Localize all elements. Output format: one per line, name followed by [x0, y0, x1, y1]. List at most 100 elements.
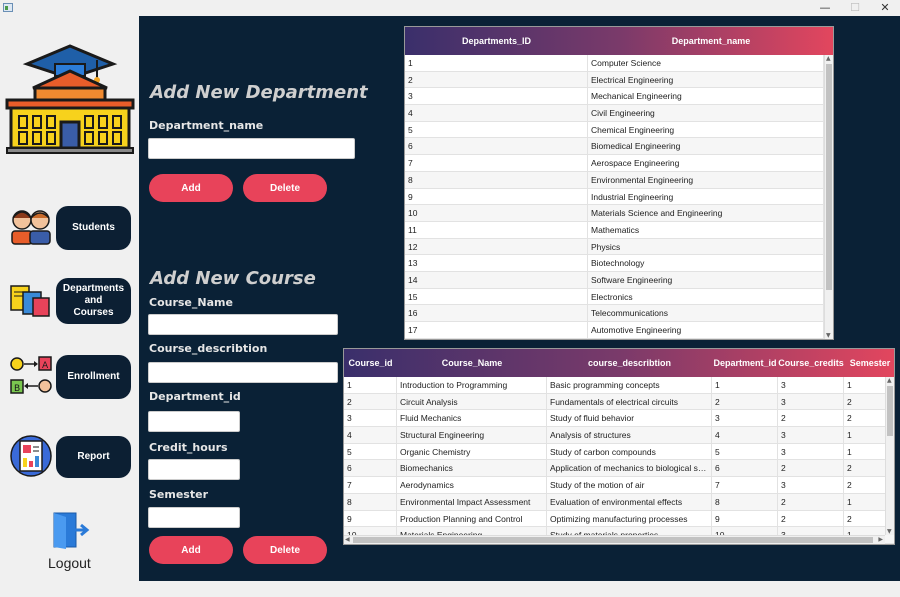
table-cell[interactable]: 6 [405, 138, 588, 156]
table-cell[interactable]: 13 [405, 255, 588, 272]
table-cell[interactable]: 8 [344, 493, 397, 511]
table-cell[interactable]: 17 [405, 322, 588, 339]
table-cell[interactable]: 1 [405, 55, 588, 72]
course-description-input[interactable] [148, 362, 338, 383]
table-cell[interactable]: 16 [405, 305, 588, 322]
table-cell[interactable]: 2 [712, 393, 778, 411]
table-cell[interactable]: 8 [405, 171, 588, 189]
table-cell[interactable]: Aerospace Engineering [588, 155, 824, 172]
table-cell[interactable]: 9 [405, 188, 588, 206]
table-cell[interactable]: Fluid Mechanics [397, 410, 547, 428]
table-cell[interactable]: Analysis of structures [547, 427, 712, 444]
table-cell[interactable]: 3 [778, 377, 844, 394]
column-header-department-id[interactable]: Department_id [712, 349, 778, 377]
table-row[interactable]: 6 Biomedical Engineering [405, 138, 824, 156]
courses-table-vertical-scrollbar[interactable]: ▲ ▼ [885, 377, 894, 535]
table-cell[interactable]: 9 [712, 510, 778, 528]
scroll-left-arrow-icon[interactable]: ◀ [345, 536, 350, 543]
table-cell[interactable]: Introduction to Programming [397, 377, 547, 394]
table-cell[interactable]: 7 [344, 477, 397, 494]
table-cell[interactable]: Electrical Engineering [588, 71, 824, 89]
table-cell[interactable]: Electronics [588, 288, 824, 306]
table-row[interactable]: 9 Production Planning and Control Optimizi… [344, 510, 894, 528]
table-cell[interactable]: Chemical Engineering [588, 121, 824, 139]
table-cell[interactable]: 3 [405, 88, 588, 106]
table-cell[interactable]: 11 [405, 221, 588, 239]
table-cell[interactable]: 8 [712, 493, 778, 511]
table-row[interactable]: 7 Aerodynamics Study of the motion of air 7… [344, 477, 894, 494]
table-cell[interactable]: Environmental Impact Assessment [397, 493, 547, 511]
courses-table-horizontal-scrollbar[interactable]: ◀ ▶ [344, 535, 885, 544]
table-row[interactable]: 16 Telecommunications [405, 305, 824, 322]
table-cell[interactable]: 5 [344, 443, 397, 461]
table-cell[interactable]: 6 [344, 460, 397, 478]
table-cell[interactable]: Materials Science and Engineering [588, 205, 824, 222]
table-row[interactable]: 14 Software Engineering [405, 271, 824, 289]
table-cell[interactable]: 14 [405, 271, 588, 289]
scrollbar-thumb[interactable] [887, 386, 893, 436]
column-header-course-description[interactable]: course_describtion [547, 349, 712, 377]
column-header-departments-id[interactable]: Departments_ID [405, 27, 588, 55]
logout-icon[interactable] [50, 509, 92, 551]
logout-label[interactable]: Logout [48, 555, 91, 571]
table-row[interactable]: 3 Fluid Mechanics Study of fluid behavior 3… [344, 410, 894, 428]
delete-department-button[interactable]: Delete [243, 174, 327, 202]
table-row[interactable]: 2 Circuit Analysis Fundamentals of electri… [344, 393, 894, 411]
table-row[interactable]: 10 Materials Science and Engineering [405, 205, 824, 222]
maximize-button[interactable]: ☐ [840, 0, 870, 16]
table-cell[interactable]: 1 [344, 377, 397, 394]
table-row[interactable]: 4 Structural Engineering Analysis of struc… [344, 427, 894, 444]
table-cell[interactable]: 4 [405, 105, 588, 122]
semester-input[interactable] [148, 507, 240, 528]
table-cell[interactable]: 12 [405, 238, 588, 256]
table-row[interactable]: 13 Biotechnology [405, 255, 824, 272]
column-header-course-credits[interactable]: Course_credits [778, 349, 844, 377]
table-cell[interactable]: Computer Science [588, 55, 824, 72]
table-row[interactable]: 17 Automotive Engineering [405, 322, 824, 339]
table-cell[interactable]: 3 [778, 477, 844, 494]
table-cell[interactable]: 5 [405, 121, 588, 139]
table-row[interactable]: 8 Environmental Engineering [405, 171, 824, 189]
table-cell[interactable]: 4 [712, 427, 778, 444]
scroll-right-arrow-icon[interactable]: ▶ [878, 536, 883, 543]
scrollbar-thumb[interactable] [353, 537, 873, 543]
table-cell[interactable]: 3 [778, 393, 844, 411]
table-cell[interactable]: 10 [405, 205, 588, 222]
table-cell[interactable]: 5 [712, 443, 778, 461]
table-cell[interactable]: Circuit Analysis [397, 393, 547, 411]
table-row[interactable]: 5 Chemical Engineering [405, 121, 824, 139]
table-cell[interactable]: 2 [778, 460, 844, 478]
table-cell[interactable]: Civil Engineering [588, 105, 824, 122]
table-cell[interactable]: Structural Engineering [397, 427, 547, 444]
scroll-up-arrow-icon[interactable]: ▲ [887, 377, 892, 384]
table-row[interactable]: 1 Introduction to Programming Basic progra… [344, 377, 894, 394]
table-cell[interactable]: Optimizing manufacturing processes [547, 510, 712, 528]
table-row[interactable]: 12 Physics [405, 238, 824, 256]
table-row[interactable]: 3 Mechanical Engineering [405, 88, 824, 106]
department-id-input[interactable] [148, 411, 240, 432]
table-cell[interactable]: 4 [344, 427, 397, 444]
table-cell[interactable]: 3 [778, 427, 844, 444]
table-cell[interactable]: Software Engineering [588, 271, 824, 289]
table-cell[interactable]: Application of mechanics to biological s… [547, 460, 712, 478]
table-cell[interactable]: Production Planning and Control [397, 510, 547, 528]
column-header-course-name[interactable]: Course_Name [397, 349, 547, 377]
table-cell[interactable]: Fundamentals of electrical circuits [547, 393, 712, 411]
table-cell[interactable]: Biotechnology [588, 255, 824, 272]
table-cell[interactable]: Industrial Engineering [588, 188, 824, 206]
table-cell[interactable]: 3 [344, 410, 397, 428]
column-header-department-name[interactable]: Department_name [588, 27, 833, 55]
table-cell[interactable]: Study of fluid behavior [547, 410, 712, 428]
table-cell[interactable]: 6 [712, 460, 778, 478]
table-row[interactable]: 9 Industrial Engineering [405, 188, 824, 206]
table-row[interactable]: 4 Civil Engineering [405, 105, 824, 122]
scroll-down-arrow-icon[interactable]: ▼ [826, 332, 831, 339]
table-row[interactable]: 11 Mathematics [405, 221, 824, 239]
table-cell[interactable]: 7 [712, 477, 778, 494]
table-cell[interactable]: 2 [778, 410, 844, 428]
scrollbar-thumb[interactable] [826, 64, 832, 290]
departments-table-scrollbar[interactable]: ▲ ▼ [824, 55, 833, 339]
table-cell[interactable]: Study of the motion of air [547, 477, 712, 494]
table-cell[interactable]: Mechanical Engineering [588, 88, 824, 106]
table-cell[interactable]: Organic Chemistry [397, 443, 547, 461]
